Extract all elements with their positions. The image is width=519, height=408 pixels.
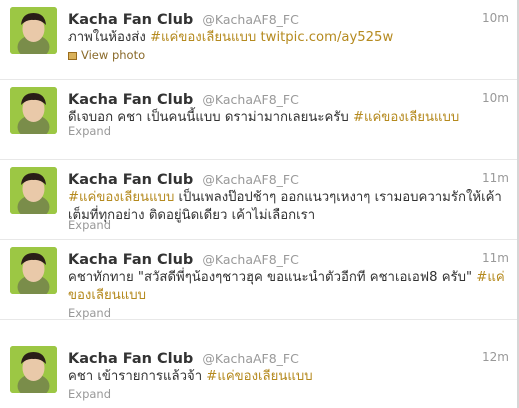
hashtag-link[interactable]: #แค่ของเลียนแบบ <box>68 190 174 205</box>
expand-link[interactable]: Expand <box>68 218 111 232</box>
tweet-text-body: ภาพในห้องส่ง <box>68 30 150 45</box>
url-link[interactable]: twitpic.com/ay525w <box>261 30 394 45</box>
avatar-image <box>10 247 57 294</box>
avatar-image <box>10 346 57 393</box>
avatar[interactable] <box>10 87 57 134</box>
photo-icon <box>68 52 77 60</box>
author-handle[interactable]: @KachaAF8_FC <box>202 351 298 366</box>
author-handle[interactable]: @KachaAF8_FC <box>202 12 298 27</box>
timestamp[interactable]: 10m <box>482 91 509 105</box>
timeline: Kacha Fan Club @KachaAF8_FC 10m ภาพในห้อ… <box>0 0 519 408</box>
hashtag-link[interactable]: #แค่ของเลียนแบบ <box>353 110 459 125</box>
tweet-header: Kacha Fan Club @KachaAF8_FC 12m <box>68 348 509 367</box>
tweet-text-body: คชาทักทาย "สวัสดีพี่ๆน้องๆชาวฮุค ขอแนะนำ… <box>68 270 477 285</box>
expand-link[interactable]: Expand <box>68 387 111 401</box>
avatar[interactable] <box>10 7 57 54</box>
tweet-text: คชา เข้ารายการแล้วจ้า #แค่ของเลียนแบบ <box>68 368 508 386</box>
tweet[interactable]: Kacha Fan Club @KachaAF8_FC 11m คชาทักทา… <box>0 240 519 320</box>
tweet[interactable]: Kacha Fan Club @KachaAF8_FC 10m ดีเจบอก … <box>0 80 519 160</box>
author-name[interactable]: Kacha Fan Club <box>68 172 193 188</box>
tweet[interactable]: Kacha Fan Club @KachaAF8_FC 12m คชา เข้า… <box>0 339 519 408</box>
tweet-header: Kacha Fan Club @KachaAF8_FC 11m <box>68 169 509 188</box>
author-handle[interactable]: @KachaAF8_FC <box>202 172 298 187</box>
author-name[interactable]: Kacha Fan Club <box>68 351 193 367</box>
tweet-text: ภาพในห้องส่ง #แค่ของเลียนแบบ twitpic.com… <box>68 29 508 47</box>
avatar[interactable] <box>10 346 57 393</box>
author-handle[interactable]: @KachaAF8_FC <box>202 252 298 267</box>
view-photo-button[interactable]: View photo <box>68 48 145 62</box>
avatar-image <box>10 7 57 54</box>
avatar[interactable] <box>10 167 57 214</box>
tweet[interactable]: Kacha Fan Club @KachaAF8_FC 11m #แค่ของเ… <box>0 160 519 240</box>
tweet[interactable]: Kacha Fan Club @KachaAF8_FC 10m ภาพในห้อ… <box>0 0 519 80</box>
tweet-text-body: คชา เข้ารายการแล้วจ้า <box>68 369 207 384</box>
hashtag-link[interactable]: #แค่ของเลียนแบบ <box>206 369 312 384</box>
timestamp[interactable]: 11m <box>482 251 509 265</box>
tweet-header: Kacha Fan Club @KachaAF8_FC 10m <box>68 9 509 28</box>
tweet-text: ดีเจบอก คชา เป็นคนนี้แบบ ดราม่ามากเลยนะค… <box>68 109 508 127</box>
avatar[interactable] <box>10 247 57 294</box>
timestamp[interactable]: 11m <box>482 171 509 185</box>
expand-link[interactable]: Expand <box>68 124 111 138</box>
author-name[interactable]: Kacha Fan Club <box>68 12 193 28</box>
expand-link[interactable]: Expand <box>68 306 111 320</box>
timestamp[interactable]: 12m <box>482 350 509 364</box>
tweet-text-body: ดีเจบอก คชา เป็นคนนี้แบบ ดราม่ามากเลยนะค… <box>68 110 353 125</box>
timestamp[interactable]: 10m <box>482 11 509 25</box>
hashtag-link[interactable]: #แค่ของเลียนแบบ <box>150 30 256 45</box>
tweet-text: #แค่ของเลียนแบบ เป็นเพลงป๊อปช้าๆ ออกแนวๆ… <box>68 189 508 225</box>
author-name[interactable]: Kacha Fan Club <box>68 92 193 108</box>
tweet-header: Kacha Fan Club @KachaAF8_FC 11m <box>68 249 509 268</box>
author-name[interactable]: Kacha Fan Club <box>68 252 193 268</box>
avatar-image <box>10 167 57 214</box>
tweet-text: คชาทักทาย "สวัสดีพี่ๆน้องๆชาวฮุค ขอแนะนำ… <box>68 269 508 305</box>
view-photo-label: View photo <box>81 48 146 62</box>
author-handle[interactable]: @KachaAF8_FC <box>202 92 298 107</box>
avatar-image <box>10 87 57 134</box>
tweet-header: Kacha Fan Club @KachaAF8_FC 10m <box>68 89 509 108</box>
